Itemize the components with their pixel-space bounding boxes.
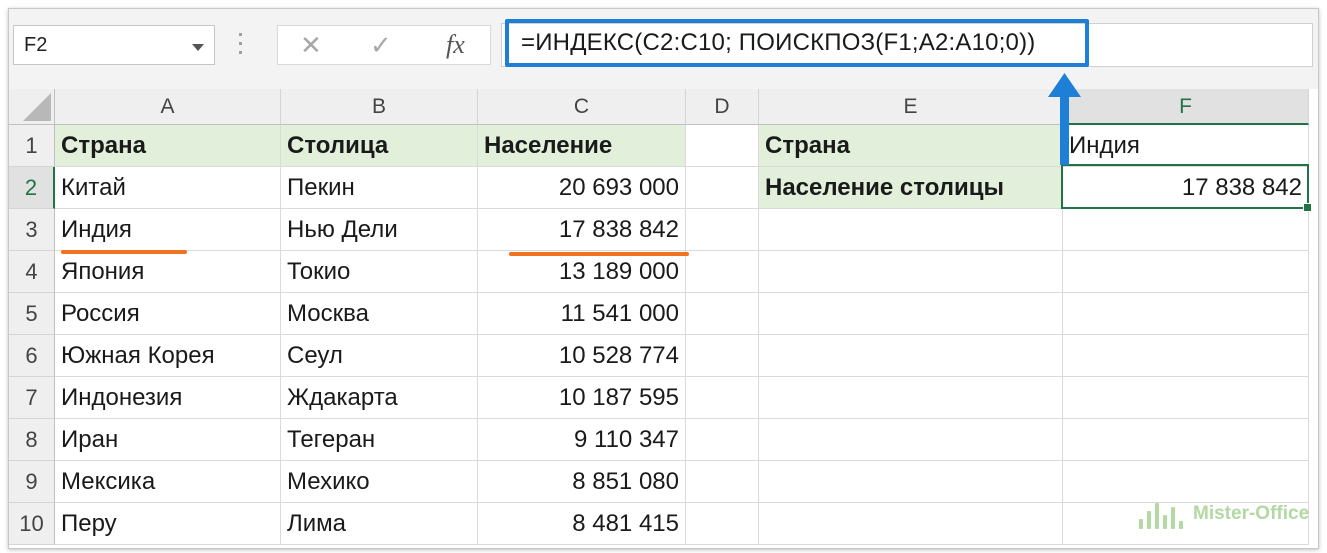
cell-a7[interactable]: Индонезия	[55, 377, 281, 419]
cell-e3[interactable]	[759, 209, 1063, 251]
cell-a8[interactable]: Иран	[55, 419, 281, 461]
cell-f5[interactable]	[1063, 293, 1309, 335]
bar-chart-icon	[1139, 501, 1191, 529]
cell-e4[interactable]	[759, 251, 1063, 293]
name-box[interactable]: F2	[13, 25, 215, 65]
row-header-7[interactable]: 7	[9, 377, 55, 419]
active-cell-frame	[1061, 164, 1312, 212]
column-header-e[interactable]: E	[759, 89, 1063, 125]
chevron-down-icon[interactable]	[192, 44, 204, 51]
cell-d5[interactable]	[686, 293, 759, 335]
cell-b7[interactable]: Ждакарта	[281, 377, 478, 419]
cell-d10[interactable]	[686, 503, 759, 545]
cell-c10[interactable]: 8 481 415	[478, 503, 686, 545]
cell-a3[interactable]: Индия	[55, 209, 281, 251]
cell-a6[interactable]: Южная Корея	[55, 335, 281, 377]
cell-e2[interactable]: Население столицы	[759, 167, 1063, 209]
row-header-3[interactable]: 3	[9, 209, 55, 251]
cell-e10[interactable]	[759, 503, 1063, 545]
cell-a2[interactable]: Китай	[55, 167, 281, 209]
cell-c1[interactable]: Население	[478, 125, 686, 167]
row-header-5[interactable]: 5	[9, 293, 55, 335]
cell-f8[interactable]	[1063, 419, 1309, 461]
cell-e1[interactable]: Страна	[759, 125, 1063, 167]
cell-d7[interactable]	[686, 377, 759, 419]
cell-b4[interactable]: Токио	[281, 251, 478, 293]
insert-function-icon[interactable]: fx	[446, 30, 465, 60]
watermark-text: Mister-Office	[1193, 503, 1310, 524]
cancel-icon[interactable]: ✕	[300, 30, 322, 61]
column-header-c[interactable]: C	[478, 89, 686, 125]
cell-d8[interactable]	[686, 419, 759, 461]
cell-e6[interactable]	[759, 335, 1063, 377]
cell-f4[interactable]	[1063, 251, 1309, 293]
cell-e7[interactable]	[759, 377, 1063, 419]
cell-f3[interactable]	[1063, 209, 1309, 251]
cell-d2[interactable]	[686, 167, 759, 209]
cell-f1[interactable]: Индия	[1063, 125, 1309, 167]
cell-f7[interactable]	[1063, 377, 1309, 419]
underline-marker	[509, 252, 689, 256]
cell-d3[interactable]	[686, 209, 759, 251]
cell-b2[interactable]: Пекин	[281, 167, 478, 209]
cell-c9[interactable]: 8 851 080	[478, 461, 686, 503]
cell-d1[interactable]	[686, 125, 759, 167]
cell-f9[interactable]	[1063, 461, 1309, 503]
row-header-4[interactable]: 4	[9, 251, 55, 293]
cell-c3[interactable]: 17 838 842	[478, 209, 686, 251]
formula-buttons: ✕ ✓ fx	[277, 25, 491, 65]
cell-a10[interactable]: Перу	[55, 503, 281, 545]
formula-bar-area: F2 ✕ ✓ fx =ИНДЕКС(C2:C10; ПОИСКПОЗ(F1;A2…	[9, 9, 1318, 89]
cell-e5[interactable]	[759, 293, 1063, 335]
cell-e9[interactable]	[759, 461, 1063, 503]
cell-a9[interactable]: Мексика	[55, 461, 281, 503]
cell-a1[interactable]: Страна	[55, 125, 281, 167]
row-header-1[interactable]: 1	[9, 125, 55, 167]
cell-d4[interactable]	[686, 251, 759, 293]
cell-c8[interactable]: 9 110 347	[478, 419, 686, 461]
underline-marker	[61, 250, 187, 254]
row-header-2[interactable]: 2	[9, 167, 55, 209]
cell-b3[interactable]: Нью Дели	[281, 209, 478, 251]
formula-text[interactable]: =ИНДЕКС(C2:C10; ПОИСКПОЗ(F1;A2:A10;0))	[521, 29, 1036, 57]
row-header-8[interactable]: 8	[9, 419, 55, 461]
cell-b10[interactable]: Лима	[281, 503, 478, 545]
drag-handle-icon[interactable]	[239, 29, 243, 61]
cell-c6[interactable]: 10 528 774	[478, 335, 686, 377]
cell-c5[interactable]: 11 541 000	[478, 293, 686, 335]
arrow-up-icon	[1048, 73, 1081, 165]
cell-d6[interactable]	[686, 335, 759, 377]
cell-c4[interactable]: 13 189 000	[478, 251, 686, 293]
check-icon[interactable]: ✓	[370, 30, 392, 61]
cell-b5[interactable]: Москва	[281, 293, 478, 335]
cell-e8[interactable]	[759, 419, 1063, 461]
name-box-value: F2	[24, 34, 48, 56]
cell-c7[interactable]: 10 187 595	[478, 377, 686, 419]
column-header-b[interactable]: B	[281, 89, 478, 125]
excel-window: F2 ✕ ✓ fx =ИНДЕКС(C2:C10; ПОИСКПОЗ(F1;A2…	[8, 8, 1319, 549]
cell-c2[interactable]: 20 693 000	[478, 167, 686, 209]
column-header-f[interactable]: F	[1063, 89, 1309, 125]
cell-b1[interactable]: Столица	[281, 125, 478, 167]
row-header-6[interactable]: 6	[9, 335, 55, 377]
row-header-10[interactable]: 10	[9, 503, 55, 545]
column-header-d[interactable]: D	[686, 89, 759, 125]
cell-b9[interactable]: Мехико	[281, 461, 478, 503]
cell-d9[interactable]	[686, 461, 759, 503]
cell-f6[interactable]	[1063, 335, 1309, 377]
cell-b6[interactable]: Сеул	[281, 335, 478, 377]
cell-a5[interactable]: Россия	[55, 293, 281, 335]
cell-b8[interactable]: Тегеран	[281, 419, 478, 461]
cell-a4[interactable]: Япония	[55, 251, 281, 293]
row-header-9[interactable]: 9	[9, 461, 55, 503]
select-all-button[interactable]	[9, 89, 55, 125]
column-header-a[interactable]: A	[55, 89, 281, 125]
